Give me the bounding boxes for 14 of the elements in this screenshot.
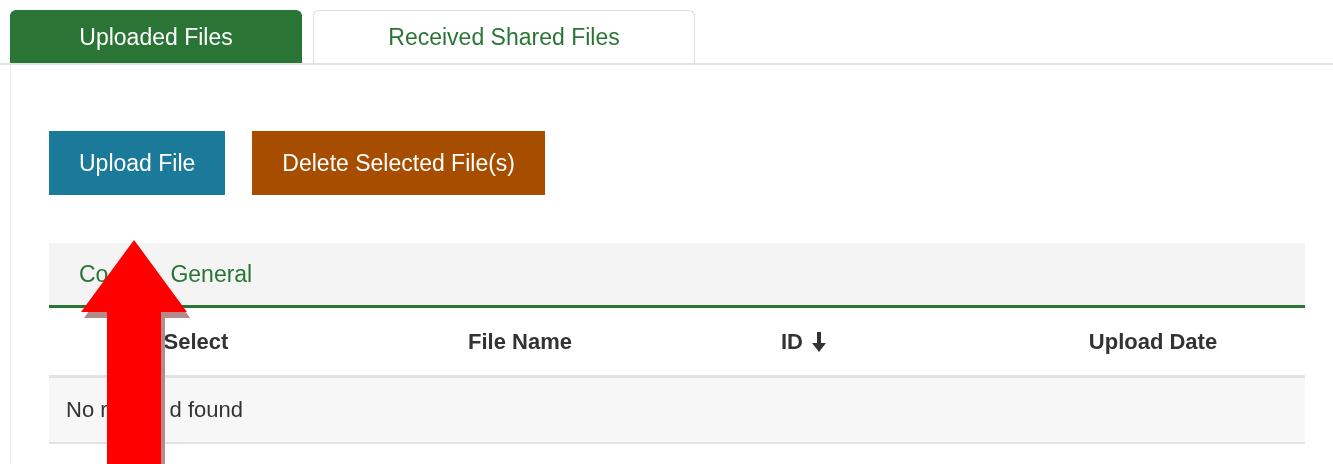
empty-message: d found [169,397,243,423]
section-title: Co [79,260,109,288]
column-title: Upload Date [1088,328,1218,355]
upload-button[interactable]: Upload File [49,131,226,195]
empty-message: No r [66,397,108,423]
section-title: General [170,260,253,288]
tab[interactable]: Received Shared Files [313,10,695,63]
delete-button[interactable]: Delete Selected File(s) [252,131,545,195]
column-title: ID [781,328,803,355]
column-title: Select [163,328,229,355]
tab[interactable]: Uploaded Files [10,10,302,63]
column-header[interactable]: Upload Date [1001,328,1305,355]
column-title: File Name [468,328,572,355]
column-header[interactable]: Select [29,328,363,355]
